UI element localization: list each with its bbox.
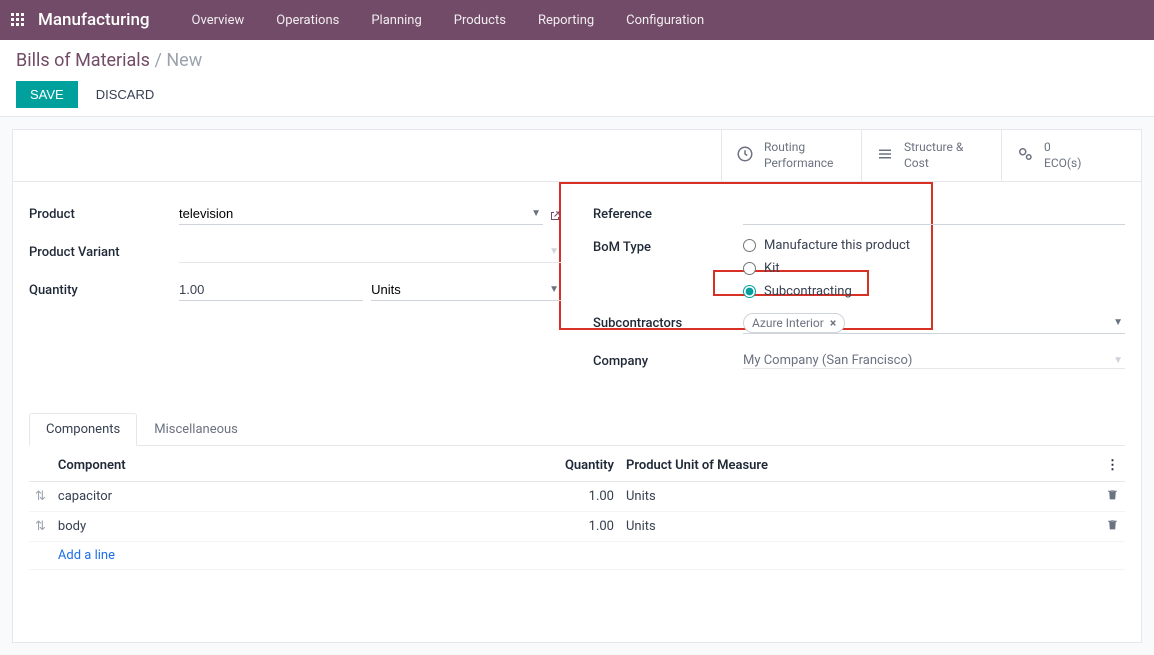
app-brand[interactable]: Manufacturing bbox=[38, 10, 150, 30]
component-name[interactable]: body bbox=[52, 512, 520, 542]
bomtype-kit-radio[interactable] bbox=[743, 262, 756, 275]
bomtype-manufacture-label[interactable]: Manufacture this product bbox=[764, 238, 910, 253]
tab-components[interactable]: Components bbox=[29, 413, 137, 446]
col-quantity: Quantity bbox=[520, 450, 620, 482]
table-row[interactable]: ⇅ capacitor 1.00 Units bbox=[29, 482, 1125, 512]
list-icon bbox=[876, 145, 894, 167]
variant-field[interactable] bbox=[179, 241, 547, 262]
bomtype-manufacture-radio[interactable] bbox=[743, 239, 756, 252]
nav-operations[interactable]: Operations bbox=[262, 7, 353, 34]
nav-configuration[interactable]: Configuration bbox=[612, 7, 718, 34]
tab-miscellaneous[interactable]: Miscellaneous bbox=[137, 413, 255, 446]
product-field[interactable] bbox=[179, 203, 529, 224]
external-link-icon[interactable] bbox=[549, 210, 561, 225]
subcontractor-tag[interactable]: Azure Interior × bbox=[743, 313, 845, 333]
variant-label: Product Variant bbox=[29, 245, 179, 260]
company-label: Company bbox=[593, 354, 743, 369]
company-value: My Company (San Francisco) bbox=[743, 353, 1111, 368]
chevron-down-icon[interactable]: ▼ bbox=[529, 208, 543, 219]
stat-eco[interactable]: 0ECO(s) bbox=[1001, 130, 1141, 181]
bomtype-radio-group: Manufacture this product Kit Subcontract… bbox=[743, 238, 1125, 299]
component-qty[interactable]: 1.00 bbox=[520, 512, 620, 542]
col-component: Component bbox=[52, 450, 520, 482]
col-uom: Product Unit of Measure bbox=[620, 450, 1100, 482]
stat-structure[interactable]: Structure &Cost bbox=[861, 130, 1001, 181]
breadcrumb-current: New bbox=[166, 50, 202, 71]
bomtype-subcontracting-label[interactable]: Subcontracting bbox=[764, 284, 852, 299]
drag-handle-icon[interactable]: ⇅ bbox=[29, 482, 52, 512]
apps-icon[interactable] bbox=[8, 10, 28, 30]
tabs: Components Miscellaneous bbox=[29, 413, 1125, 446]
control-bar: Bills of Materials / New Save Discard bbox=[0, 40, 1154, 117]
nav-overview[interactable]: Overview bbox=[178, 7, 259, 34]
nav-items: Overview Operations Planning Products Re… bbox=[178, 7, 719, 34]
component-uom[interactable]: Units bbox=[620, 512, 1100, 542]
reference-label: Reference bbox=[593, 207, 743, 222]
add-line-link[interactable]: Add a line bbox=[58, 540, 121, 571]
cogs-icon bbox=[1016, 145, 1034, 167]
qty-label: Quantity bbox=[29, 283, 179, 298]
stat-bar: RoutingPerformance Structure &Cost 0ECO(… bbox=[13, 130, 1141, 182]
kebab-icon[interactable]: ⋮ bbox=[1100, 450, 1125, 482]
bomtype-label: BoM Type bbox=[593, 238, 743, 255]
clock-icon bbox=[736, 145, 754, 167]
trash-icon[interactable] bbox=[1100, 482, 1125, 512]
top-navbar: Manufacturing Overview Operations Planni… bbox=[0, 0, 1154, 40]
chevron-down-icon[interactable]: ▼ bbox=[547, 246, 561, 257]
tag-remove-icon[interactable]: × bbox=[830, 316, 836, 330]
stat-routing[interactable]: RoutingPerformance bbox=[721, 130, 861, 181]
nav-reporting[interactable]: Reporting bbox=[524, 7, 608, 34]
breadcrumb-parent[interactable]: Bills of Materials bbox=[16, 50, 150, 71]
reference-field[interactable] bbox=[743, 203, 1125, 225]
qty-field[interactable] bbox=[179, 279, 363, 301]
uom-field[interactable] bbox=[371, 279, 547, 300]
bomtype-subcontracting-radio[interactable] bbox=[743, 285, 756, 298]
chevron-down-icon[interactable]: ▼ bbox=[547, 284, 561, 295]
save-button[interactable]: Save bbox=[16, 81, 78, 108]
form-sheet: RoutingPerformance Structure &Cost 0ECO(… bbox=[12, 129, 1142, 643]
nav-products[interactable]: Products bbox=[440, 7, 520, 34]
component-uom[interactable]: Units bbox=[620, 482, 1100, 512]
discard-button[interactable]: Discard bbox=[86, 81, 165, 108]
component-name[interactable]: capacitor bbox=[52, 482, 520, 512]
chevron-down-icon[interactable]: ▼ bbox=[1111, 355, 1125, 366]
bomtype-kit-label[interactable]: Kit bbox=[764, 261, 780, 276]
drag-handle-icon[interactable]: ⇅ bbox=[29, 512, 52, 542]
breadcrumb: Bills of Materials / New bbox=[16, 50, 1138, 71]
components-table: Component Quantity Product Unit of Measu… bbox=[29, 450, 1125, 570]
product-label: Product bbox=[29, 207, 179, 222]
trash-icon[interactable] bbox=[1100, 512, 1125, 542]
nav-planning[interactable]: Planning bbox=[357, 7, 435, 34]
table-row[interactable]: ⇅ body 1.00 Units bbox=[29, 512, 1125, 542]
component-qty[interactable]: 1.00 bbox=[520, 482, 620, 512]
chevron-down-icon[interactable]: ▼ bbox=[1111, 317, 1125, 328]
subcontractors-label: Subcontractors bbox=[593, 316, 743, 331]
